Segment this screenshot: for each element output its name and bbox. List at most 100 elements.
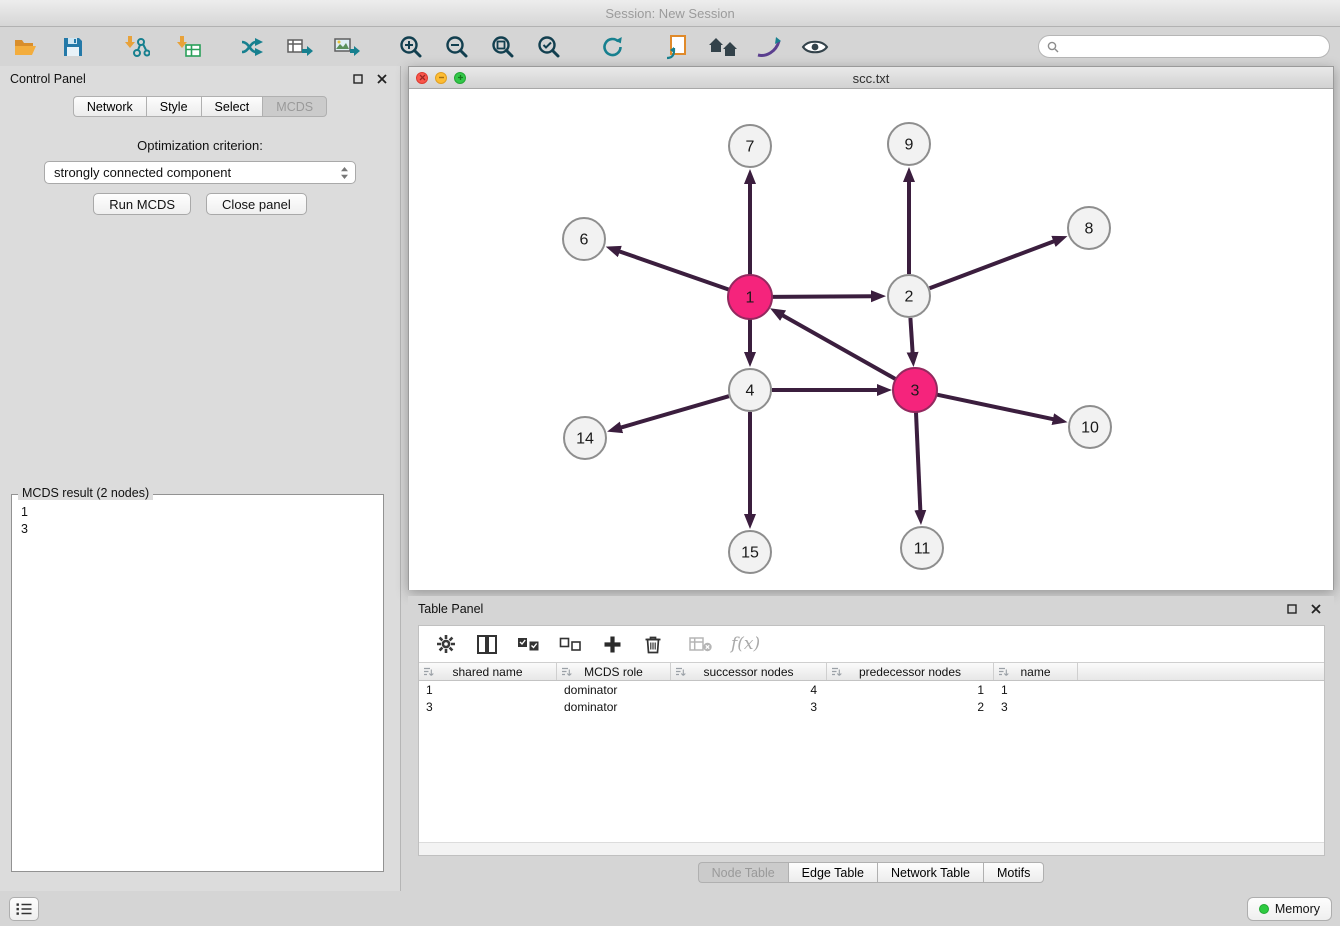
criterion-dropdown[interactable]: strongly connected component	[44, 161, 356, 184]
show-hide-icon[interactable]	[799, 31, 831, 63]
column-header[interactable]: shared name	[419, 663, 557, 680]
graph-node-label-9: 9	[905, 137, 914, 154]
control-panel-header: Control Panel	[0, 66, 400, 92]
sort-icon	[675, 667, 686, 678]
graph-node-label-7: 7	[746, 139, 755, 156]
delete-rows-icon[interactable]	[642, 633, 664, 655]
refresh-icon[interactable]	[597, 31, 629, 63]
graph-edge-2-8[interactable]	[930, 241, 1055, 288]
main-toolbar	[0, 27, 1340, 66]
network-window-title: scc.txt	[409, 67, 1333, 89]
graph-node-label-2: 2	[905, 289, 914, 306]
graph-node-label-10: 10	[1081, 420, 1099, 437]
graph-node-label-14: 14	[576, 431, 594, 448]
home-icon[interactable]	[707, 31, 739, 63]
table-row[interactable]: 3dominator323	[419, 699, 1324, 715]
run-mcds-button[interactable]: Run MCDS	[93, 193, 191, 215]
add-row-icon[interactable]	[601, 633, 623, 655]
graph-node-label-4: 4	[746, 383, 755, 400]
table-cell[interactable]: 3	[994, 700, 1078, 714]
table-cell[interactable]: 1	[419, 683, 557, 697]
memory-button[interactable]: Memory	[1247, 897, 1332, 921]
apply-style-icon[interactable]	[753, 31, 785, 63]
table-cell[interactable]: 4	[671, 683, 827, 697]
app-title: Session: New Session	[605, 6, 734, 21]
control-panel-title: Control Panel	[10, 72, 86, 86]
column-header-filler	[1078, 663, 1324, 680]
dropdown-stepper-icon	[340, 166, 349, 180]
table-cell[interactable]: 1	[827, 683, 994, 697]
float-panel-icon[interactable]	[349, 71, 366, 87]
network-view-window: scc.txt 7968124314101511	[408, 66, 1334, 590]
column-header[interactable]: name	[994, 663, 1078, 680]
graph-edge-3-1[interactable]	[782, 315, 896, 379]
sort-icon	[423, 667, 434, 678]
maximize-window-icon[interactable]	[454, 72, 466, 84]
control-panel-tabs: Network Style Select MCDS	[0, 96, 400, 117]
settings-icon[interactable]	[435, 633, 457, 655]
control-panel: Control Panel Network Style Select MCDS …	[0, 66, 401, 891]
list-icon	[16, 902, 32, 916]
column-header[interactable]: MCDS role	[557, 663, 671, 680]
zoom-selected-icon[interactable]	[533, 31, 565, 63]
import-network-icon[interactable]	[121, 31, 153, 63]
table-cell[interactable]: 3	[419, 700, 557, 714]
column-header[interactable]: predecessor nodes	[827, 663, 994, 680]
save-icon[interactable]	[57, 31, 89, 63]
table-hscrollbar[interactable]	[419, 842, 1324, 855]
graph-edge-3-10[interactable]	[937, 395, 1054, 420]
table-cell[interactable]: 1	[994, 683, 1078, 697]
import-table-icon[interactable]	[173, 31, 205, 63]
tab-edge-table[interactable]: Edge Table	[788, 862, 877, 883]
zoom-out-icon[interactable]	[441, 31, 473, 63]
select-all-icon[interactable]	[517, 633, 540, 655]
column-header[interactable]: successor nodes	[671, 663, 827, 680]
export-network-icon[interactable]	[237, 31, 269, 63]
show-panels-button[interactable]	[9, 897, 39, 921]
tab-style[interactable]: Style	[146, 96, 201, 117]
mcds-result-text[interactable]: 1 3	[12, 495, 383, 538]
clone-network-icon[interactable]	[661, 31, 693, 63]
network-canvas[interactable]: 7968124314101511	[409, 89, 1333, 590]
memory-label: Memory	[1275, 902, 1320, 916]
close-table-panel-icon[interactable]	[1307, 601, 1324, 617]
export-table-icon[interactable]	[284, 31, 316, 63]
close-panel-button[interactable]: Close panel	[206, 193, 307, 215]
float-table-panel-icon[interactable]	[1283, 601, 1300, 617]
graph-edge-1-6[interactable]	[619, 251, 729, 290]
mcds-result-box: MCDS result (2 nodes) 1 3	[11, 494, 384, 872]
graph-edge-4-14[interactable]	[621, 396, 729, 428]
criterion-selected-value: strongly connected component	[54, 165, 231, 180]
close-window-icon[interactable]	[416, 72, 428, 84]
graph-edge-1-2[interactable]	[772, 296, 872, 297]
sort-icon	[831, 667, 842, 678]
table-cell[interactable]: 2	[827, 700, 994, 714]
minimize-window-icon[interactable]	[435, 72, 447, 84]
table-row[interactable]: 1dominator411	[419, 682, 1324, 698]
graph-edge-2-3[interactable]	[910, 318, 912, 353]
open-folder-icon[interactable]	[10, 31, 42, 63]
table-cell[interactable]: 3	[671, 700, 827, 714]
delete-table-icon	[689, 633, 712, 655]
zoom-in-icon[interactable]	[395, 31, 427, 63]
table-panel: Table Panel	[408, 596, 1334, 890]
sort-icon	[561, 667, 572, 678]
table-cell[interactable]: dominator	[557, 683, 671, 697]
export-image-icon[interactable]	[331, 31, 363, 63]
graph-node-label-6: 6	[580, 232, 589, 249]
tab-motifs[interactable]: Motifs	[983, 862, 1044, 883]
unselect-all-icon[interactable]	[559, 633, 582, 655]
tab-node-table[interactable]: Node Table	[698, 862, 788, 883]
zoom-fit-icon[interactable]	[487, 31, 519, 63]
search-field[interactable]	[1038, 35, 1330, 58]
tab-mcds[interactable]: MCDS	[262, 96, 327, 117]
search-input[interactable]	[1064, 40, 1321, 54]
network-window-titlebar[interactable]: scc.txt	[409, 67, 1333, 89]
graph-edge-3-11[interactable]	[916, 412, 920, 511]
tab-select[interactable]: Select	[201, 96, 263, 117]
tab-network[interactable]: Network	[73, 96, 146, 117]
tab-network-table[interactable]: Network Table	[877, 862, 983, 883]
table-cell[interactable]: dominator	[557, 700, 671, 714]
close-panel-icon[interactable]	[373, 71, 390, 87]
column-visibility-icon[interactable]	[476, 633, 498, 655]
